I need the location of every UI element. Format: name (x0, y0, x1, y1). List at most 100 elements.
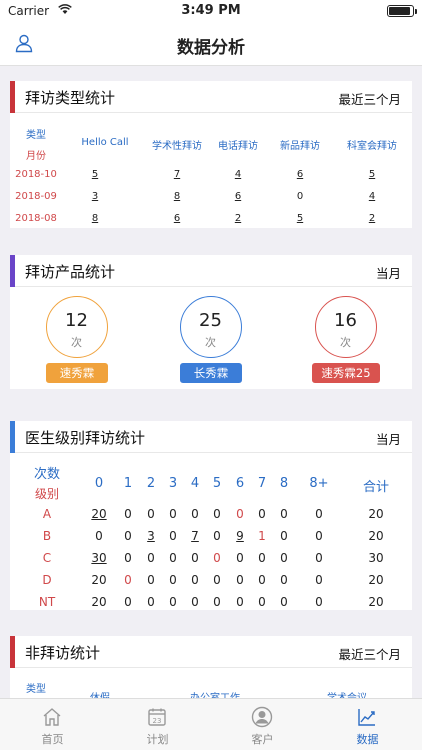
level-total: 20 (368, 529, 384, 543)
visit-product-title: 拜访产品统计 (25, 263, 116, 281)
product-count-unit: 次 (205, 336, 216, 349)
level-count-cell: 0 (315, 595, 323, 609)
count-header: 7 (257, 476, 267, 491)
section-accent-bar (10, 636, 15, 668)
level-count-cell: 0 (236, 595, 244, 609)
product-label: 速秀霖25 (312, 363, 380, 383)
corner-month-label: 月份 (26, 151, 46, 162)
level-count-cell: 0 (124, 573, 132, 587)
level-count-cell: 0 (213, 507, 221, 521)
visit-count[interactable]: 8 (174, 191, 180, 202)
level-label: NT (38, 595, 56, 609)
corner-level-label: 级别 (34, 487, 59, 501)
visit-count[interactable]: 7 (174, 169, 180, 180)
level-count-cell: 0 (169, 573, 177, 587)
product-count-circle[interactable]: 16 次 (315, 296, 377, 358)
level-count-cell: 0 (191, 507, 199, 521)
visit-count[interactable]: 8 (92, 213, 98, 224)
level-total: 20 (368, 573, 384, 587)
corner-count-label: 次数 (33, 467, 60, 482)
product-count-circle[interactable]: 12 次 (46, 296, 108, 358)
level-count-cell[interactable]: 7 (184, 529, 206, 543)
level-count-cell: 0 (315, 507, 323, 521)
level-count-cell: 0 (124, 507, 132, 521)
level-count-cell: 0 (236, 551, 244, 565)
product-label: 长秀霖 (180, 363, 242, 383)
visit-type-range[interactable]: 最近三个月 (338, 89, 401, 108)
level-count-cell[interactable]: 20 (88, 507, 110, 521)
corner-type-label: 类型 (26, 684, 46, 695)
visit-product-range[interactable]: 当月 (376, 263, 401, 282)
level-count-cell: 0 (169, 551, 177, 565)
count-header: 2 (146, 476, 156, 491)
level-total: 20 (368, 507, 384, 521)
level-count-cell: 0 (169, 507, 177, 521)
level-count-cell[interactable]: 9 (229, 529, 251, 543)
doctor-level-range[interactable]: 当月 (376, 429, 401, 448)
level-count-cell[interactable]: 30 (88, 551, 110, 565)
level-count-cell: 0 (124, 551, 132, 565)
level-total: 30 (368, 551, 384, 565)
count-header: 8+ (309, 476, 329, 491)
tab-data[interactable]: 数据 (315, 699, 420, 750)
visit-type-header: 拜访类型统计 最近三个月 (10, 81, 412, 113)
level-count-cell: 0 (213, 529, 221, 543)
level-count-cell: 0 (258, 507, 266, 521)
level-count-cell: 0 (169, 529, 177, 543)
visit-count[interactable]: 2 (235, 213, 241, 224)
product-count: 16 (334, 310, 357, 331)
non-visit-header: 非拜访统计 最近三个月 (10, 636, 412, 668)
calendar-icon: 23 (146, 706, 168, 728)
visit-count[interactable]: 4 (369, 191, 375, 202)
level-count-cell: 20 (91, 595, 107, 609)
total-header: 合计 (362, 480, 389, 495)
level-count-cell: 0 (315, 529, 323, 543)
level-count-cell: 0 (258, 573, 266, 587)
product-count-unit: 次 (340, 336, 351, 349)
visit-count[interactable]: 6 (297, 169, 303, 180)
non-visit-card: 非拜访统计 最近三个月 类型 休假 办公室工作 学术会议 (10, 636, 412, 704)
non-visit-range[interactable]: 最近三个月 (338, 644, 401, 663)
status-bar: Carrier 3:49 PM (0, 0, 422, 22)
visit-count[interactable]: 5 (92, 169, 98, 180)
tab-home[interactable]: 首页 (0, 699, 105, 750)
visit-count[interactable]: 5 (297, 213, 303, 224)
level-label: A (42, 507, 52, 521)
row-month: 2018-09 (15, 191, 57, 202)
level-count-cell: 0 (95, 529, 103, 543)
doctor-level-card: 医生级别拜访统计 当月 次数 级别 0 1 2 3 4 5 6 7 8 8+ 合… (10, 421, 412, 610)
visit-count[interactable]: 6 (235, 191, 241, 202)
visit-product-header: 拜访产品统计 当月 (10, 255, 412, 287)
non-visit-title: 非拜访统计 (25, 644, 101, 662)
column-header: 科室会拜访 (347, 141, 397, 152)
level-count-cell: 20 (91, 573, 107, 587)
tab-bar: 首页 23 计划 客户 数据 (0, 698, 422, 750)
count-header: 0 (94, 476, 104, 491)
visit-count[interactable]: 6 (174, 213, 180, 224)
level-count-cell: 0 (315, 551, 323, 565)
level-count-cell: 0 (213, 573, 221, 587)
level-label: C (42, 551, 52, 565)
visit-count[interactable]: 3 (92, 191, 98, 202)
level-count-cell[interactable]: 3 (140, 529, 162, 543)
visit-count[interactable]: 4 (235, 169, 241, 180)
level-count-cell: 0 (280, 573, 288, 587)
tab-customer[interactable]: 客户 (210, 699, 315, 750)
doctor-level-title: 医生级别拜访统计 (25, 429, 146, 447)
level-count-cell: 0 (258, 551, 266, 565)
count-header: 1 (123, 476, 133, 491)
visit-count[interactable]: 2 (369, 213, 375, 224)
count-header: 5 (212, 476, 222, 491)
level-count-cell: 0 (147, 551, 155, 565)
level-count-cell: 0 (280, 507, 288, 521)
level-count-cell: 0 (124, 595, 132, 609)
visit-count[interactable]: 5 (369, 169, 375, 180)
product-count: 25 (199, 310, 222, 331)
tab-plan[interactable]: 23 计划 (105, 699, 210, 750)
level-label: D (42, 573, 52, 587)
chart-icon (356, 706, 378, 728)
tab-label: 客户 (251, 733, 274, 746)
tab-label: 首页 (41, 733, 64, 746)
count-header: 8 (279, 476, 289, 491)
product-count-circle[interactable]: 25 次 (180, 296, 242, 358)
